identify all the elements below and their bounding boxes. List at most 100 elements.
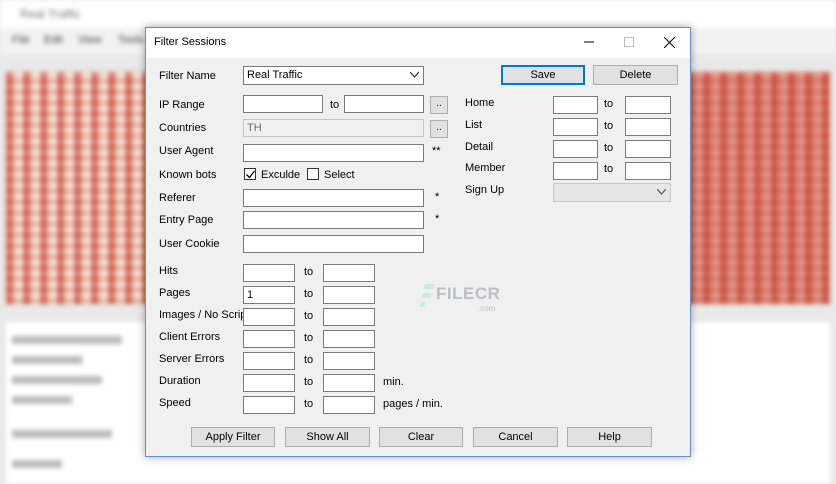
select-label: Select xyxy=(324,169,355,181)
client-errors-from-input[interactable] xyxy=(243,330,295,348)
signup-label: Sign Up xyxy=(465,184,505,196)
background-titlebar: Real Traffic xyxy=(0,0,836,28)
background-row xyxy=(12,430,112,438)
ip-range-label: IP Range xyxy=(159,99,205,111)
hits-to-input[interactable] xyxy=(323,264,375,282)
ip-range-browse-button[interactable]: .. xyxy=(430,96,448,114)
minimize-icon xyxy=(584,41,594,43)
background-menu-tools: Tools xyxy=(118,34,144,46)
show-all-button[interactable]: Show All xyxy=(285,427,370,447)
server-errors-from-input[interactable] xyxy=(243,352,295,370)
ip-range-from-input[interactable] xyxy=(243,95,323,113)
pages-to-label: to xyxy=(304,288,314,300)
server-errors-label: Server Errors xyxy=(159,353,225,365)
ip-range-to-label: to xyxy=(330,99,340,111)
chevron-down-icon xyxy=(410,72,419,78)
close-icon xyxy=(664,37,675,48)
home-to-input[interactable] xyxy=(625,96,671,114)
background-row xyxy=(12,376,102,384)
hits-from-input[interactable] xyxy=(243,264,295,282)
entry-page-label: Entry Page xyxy=(159,214,214,226)
speed-from-input[interactable] xyxy=(243,396,295,414)
filter-name-value: Real Traffic xyxy=(247,69,303,81)
delete-button[interactable]: Delete xyxy=(593,65,678,85)
ip-range-to-input[interactable] xyxy=(344,95,424,113)
detail-to-label: to xyxy=(604,142,614,154)
close-button[interactable] xyxy=(650,28,690,58)
chevron-down-icon xyxy=(657,189,666,195)
member-from-input[interactable] xyxy=(553,162,598,180)
filecr-logo-icon xyxy=(420,284,435,307)
server-errors-to-input[interactable] xyxy=(323,352,375,370)
images-label: Images / No Script xyxy=(159,309,250,321)
speed-unit: pages / min. xyxy=(383,398,443,410)
server-errors-to-label: to xyxy=(304,354,314,366)
pages-label: Pages xyxy=(159,287,191,299)
hits-label: Hits xyxy=(159,265,178,277)
maximize-button xyxy=(610,28,650,58)
background-row xyxy=(12,336,122,344)
pages-to-input[interactable] xyxy=(323,286,375,304)
client-errors-to-label: to xyxy=(304,332,314,344)
duration-from-input[interactable] xyxy=(243,374,295,392)
filter-name-select[interactable]: Real Traffic xyxy=(243,66,424,85)
maximize-icon xyxy=(624,37,634,47)
background-title: Real Traffic xyxy=(20,7,81,21)
entry-page-input[interactable] xyxy=(243,211,424,229)
referer-note: * xyxy=(435,191,440,203)
member-label: Member xyxy=(465,162,506,174)
help-button[interactable]: Help xyxy=(567,427,652,447)
background-row xyxy=(12,356,82,364)
member-to-label: to xyxy=(604,163,614,175)
clear-button[interactable]: Clear xyxy=(379,427,463,447)
member-to-input[interactable] xyxy=(625,162,671,180)
checkmark-icon xyxy=(246,170,255,179)
detail-to-input[interactable] xyxy=(625,140,671,158)
countries-label: Countries xyxy=(159,122,207,134)
exclude-checkbox[interactable] xyxy=(244,168,256,180)
home-from-input[interactable] xyxy=(553,96,598,114)
filter-sessions-dialog: Filter Sessions Filter Name Real Traffic… xyxy=(145,27,691,457)
background-menu-view: View xyxy=(78,34,102,46)
minimize-button[interactable] xyxy=(570,28,610,58)
background-menu-file: File xyxy=(12,34,30,46)
user-agent-input[interactable] xyxy=(243,144,424,162)
duration-to-input[interactable] xyxy=(323,374,375,392)
images-from-input[interactable] xyxy=(243,308,295,326)
select-checkbox[interactable] xyxy=(307,168,319,180)
apply-filter-button[interactable]: Apply Filter xyxy=(191,427,275,447)
background-heatmap-right xyxy=(690,72,830,304)
referer-label: Referer xyxy=(159,192,196,204)
images-to-label: to xyxy=(304,310,314,322)
known-bots-label: Known bots xyxy=(159,169,217,181)
list-label: List xyxy=(465,119,483,131)
list-to-label: to xyxy=(604,120,614,132)
client-errors-to-input[interactable] xyxy=(323,330,375,348)
exclude-label: Exculde xyxy=(261,169,301,181)
duration-to-label: to xyxy=(304,376,314,388)
referer-input[interactable] xyxy=(243,189,424,207)
hits-to-label: to xyxy=(304,266,314,278)
entry-page-note: * xyxy=(435,213,440,225)
watermark-text: FILECR xyxy=(436,284,501,303)
user-cookie-label: User Cookie xyxy=(159,238,220,250)
dialog-titlebar: Filter Sessions xyxy=(146,28,690,58)
list-from-input[interactable] xyxy=(553,118,598,136)
home-label: Home xyxy=(465,97,495,109)
watermark-suffix: .com xyxy=(478,304,496,313)
background-row xyxy=(12,396,72,404)
detail-from-input[interactable] xyxy=(553,140,598,158)
duration-label: Duration xyxy=(159,375,201,387)
pages-from-input[interactable] xyxy=(243,286,295,304)
countries-input xyxy=(243,119,424,137)
detail-label: Detail xyxy=(465,141,494,153)
speed-label: Speed xyxy=(159,397,191,409)
speed-to-label: to xyxy=(304,398,314,410)
user-cookie-input[interactable] xyxy=(243,235,424,253)
countries-browse-button[interactable]: .. xyxy=(430,120,448,138)
save-button[interactable]: Save xyxy=(501,65,585,85)
cancel-button[interactable]: Cancel xyxy=(473,427,558,447)
list-to-input[interactable] xyxy=(625,118,671,136)
speed-to-input[interactable] xyxy=(323,396,375,414)
images-to-input[interactable] xyxy=(323,308,375,326)
